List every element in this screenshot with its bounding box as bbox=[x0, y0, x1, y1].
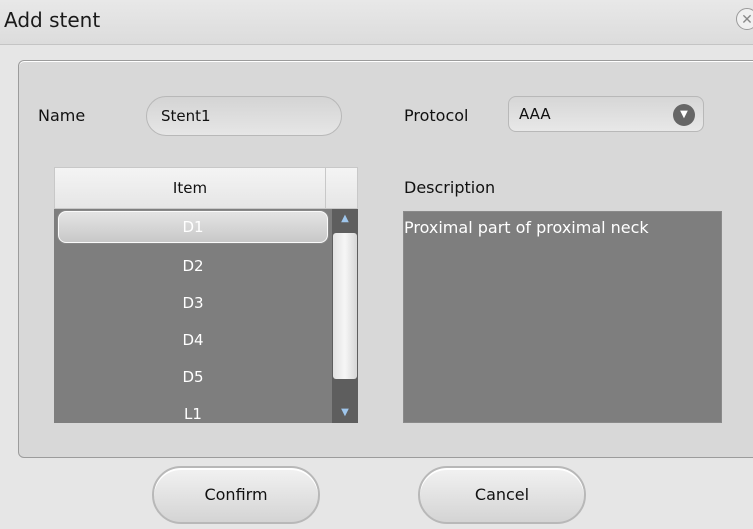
scroll-down-icon[interactable]: ▼ bbox=[338, 407, 352, 419]
protocol-label: Protocol bbox=[404, 106, 469, 125]
name-label: Name bbox=[38, 106, 86, 125]
item-column-header[interactable]: Item bbox=[54, 167, 326, 209]
list-item[interactable]: D4 bbox=[54, 322, 332, 359]
list-item[interactable]: L1 bbox=[54, 396, 332, 423]
list-item[interactable]: D1 bbox=[58, 211, 328, 243]
description-label: Description bbox=[404, 178, 496, 197]
list-item[interactable]: D5 bbox=[54, 359, 332, 396]
cancel-button[interactable]: Cancel bbox=[418, 466, 586, 524]
list-item[interactable]: D2 bbox=[54, 248, 332, 285]
header-corner bbox=[326, 167, 358, 209]
protocol-value: AAA bbox=[519, 105, 551, 123]
confirm-button[interactable]: Confirm bbox=[152, 466, 320, 524]
item-list-scrollbar[interactable]: ▲ ▼ bbox=[332, 209, 358, 423]
scroll-up-icon[interactable]: ▲ bbox=[338, 213, 352, 225]
scroll-thumb[interactable] bbox=[333, 233, 357, 379]
dialog-title: Add stent bbox=[4, 8, 101, 32]
item-list: D1 D2 D3 D4 D5 L1 bbox=[54, 209, 332, 423]
protocol-select[interactable]: AAA ▼ bbox=[508, 96, 704, 132]
close-icon[interactable]: ✕ bbox=[736, 8, 753, 30]
title-bar: Add stent ✕ bbox=[0, 0, 753, 45]
list-item[interactable]: D3 bbox=[54, 285, 332, 322]
chevron-down-icon[interactable]: ▼ bbox=[673, 104, 695, 126]
description-box: Proximal part of proximal neck bbox=[403, 211, 722, 423]
name-input[interactable]: Stent1 bbox=[146, 96, 342, 136]
